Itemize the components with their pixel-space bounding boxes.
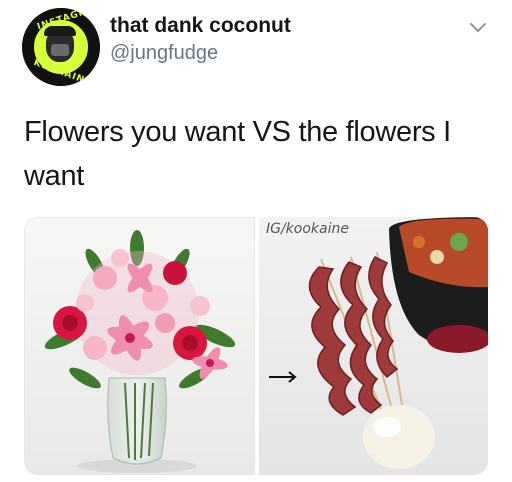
tweet-text: Flowers you want VS the flowers I want: [24, 116, 451, 192]
media-photo-bacon[interactable]: [259, 217, 488, 475]
tweet: INSTAGRAM KOOKAINE that dank coconut @ju…: [0, 0, 512, 482]
display-name[interactable]: that dank coconut: [110, 14, 291, 38]
user-handle[interactable]: @jungfudge: [110, 42, 218, 65]
chevron-down-icon[interactable]: [469, 21, 487, 35]
bacon-image: [259, 217, 488, 475]
bouquet-image: [25, 218, 254, 474]
photo-watermark: IG/kookaine: [266, 221, 349, 237]
avatar[interactable]: INSTAGRAM KOOKAINE: [22, 8, 100, 86]
media-photo-bouquet[interactable]: [24, 217, 255, 475]
